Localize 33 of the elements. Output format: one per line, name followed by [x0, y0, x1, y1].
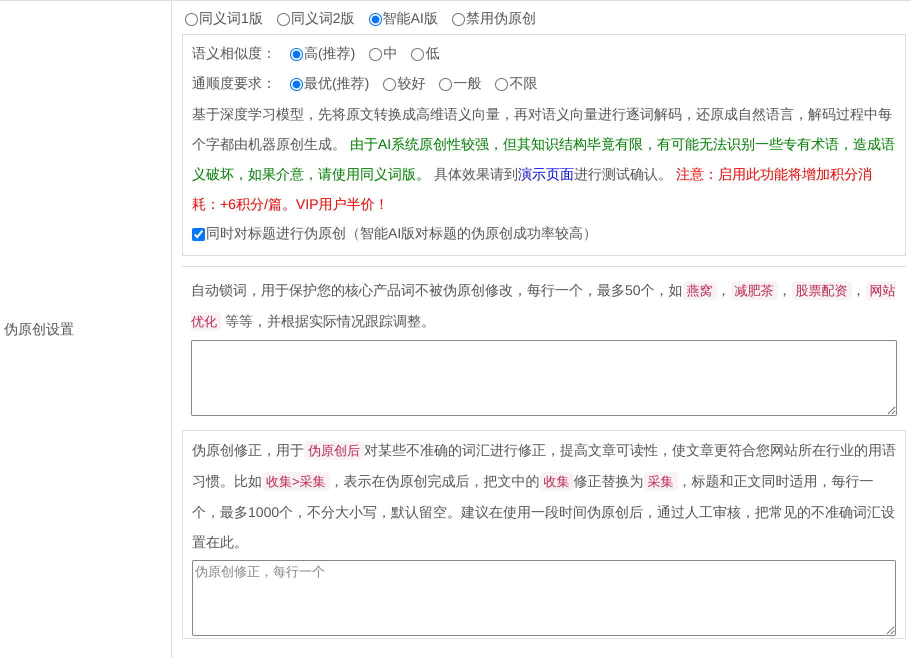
option-label[interactable]: 不限 — [509, 75, 538, 93]
section-label: 伪原创设置 — [4, 320, 74, 338]
checkbox[interactable] — [192, 228, 205, 240]
option-label[interactable]: 低 — [425, 45, 440, 63]
description-text: 自动锁词，用于保护您的核心产品词不被伪原创修改，每行一个，最多50个，如 燕窝 ， 减肥茶 ， 股票配资 ， 网站优化 等等，并根据实际情况跟踪调整。 — [191, 280, 897, 333]
radio-button[interactable] — [411, 48, 424, 60]
radio-button[interactable] — [276, 12, 290, 26]
setting-label: 通顺度要求： — [192, 75, 276, 93]
description-text: 伪原创修正，用于 伪原创后 对某些不准确的词汇进行修正，提高文章可读性，使文章更符合您网站所在行业的用语习惯。比如 收集>采集 ，表示在伪原创完成后，把文中的 收集 修正替换为 采集 ，标题和正文同时适用，每行一个，最多1000个，不分大小写，默认留空。建议在使用一段时间伪原创后，通过人工审核，把常见的不准确词汇设置在此。 — [192, 440, 896, 552]
radio-button[interactable] — [290, 48, 303, 60]
radio-button[interactable] — [383, 78, 396, 90]
option-label[interactable]: 一般 — [453, 75, 482, 93]
option-label[interactable]: 高(推荐) — [304, 45, 356, 63]
option-label[interactable]: 中 — [383, 45, 398, 63]
option-label[interactable]: 同义词1版 — [199, 10, 263, 28]
checkbox-label[interactable]: 同时对标题进行伪原创（智能AI版对标题的伪原创成功率较高） — [206, 225, 598, 243]
radio-button[interactable] — [452, 12, 465, 26]
radio-button[interactable] — [185, 12, 198, 26]
option-label[interactable]: 智能AI版 — [382, 10, 438, 28]
radio-button[interactable] — [368, 12, 382, 26]
setting-label: 语义相似度： — [192, 45, 276, 63]
radio-button[interactable] — [290, 78, 303, 90]
radio-button[interactable] — [495, 78, 508, 90]
radio-button[interactable] — [439, 78, 452, 90]
option-label[interactable]: 禁用伪原创 — [466, 10, 536, 28]
radio-button[interactable] — [369, 48, 382, 60]
option-label[interactable]: 最优(推荐) — [304, 75, 370, 93]
option-label[interactable]: 同义词2版 — [290, 10, 355, 28]
demo-page-link[interactable]: 演示页面 — [518, 166, 574, 182]
lock-words-field[interactable] — [191, 340, 897, 416]
description-text: 基于深度学习模型，先将原文转换成高维语义向量，再对语义向量进行逐词解码，还原成自然语言，解码过程中每个字都由机器原创生成。 由于AI系统原创性较强，但其知识结构毕竟有限，有可能无法识别一些专有术语，造成语义破坏，如果介意，请使用同义词版。 具体效果请到演示页面进行测试确认。 注意：启用此功能将增加积分消耗：+6积分/篇。VIP用户半价！ — [192, 105, 896, 214]
option-label[interactable]: 较好 — [397, 75, 426, 93]
correction-field[interactable]: 伪原创修正，每行一个 — [192, 560, 896, 636]
